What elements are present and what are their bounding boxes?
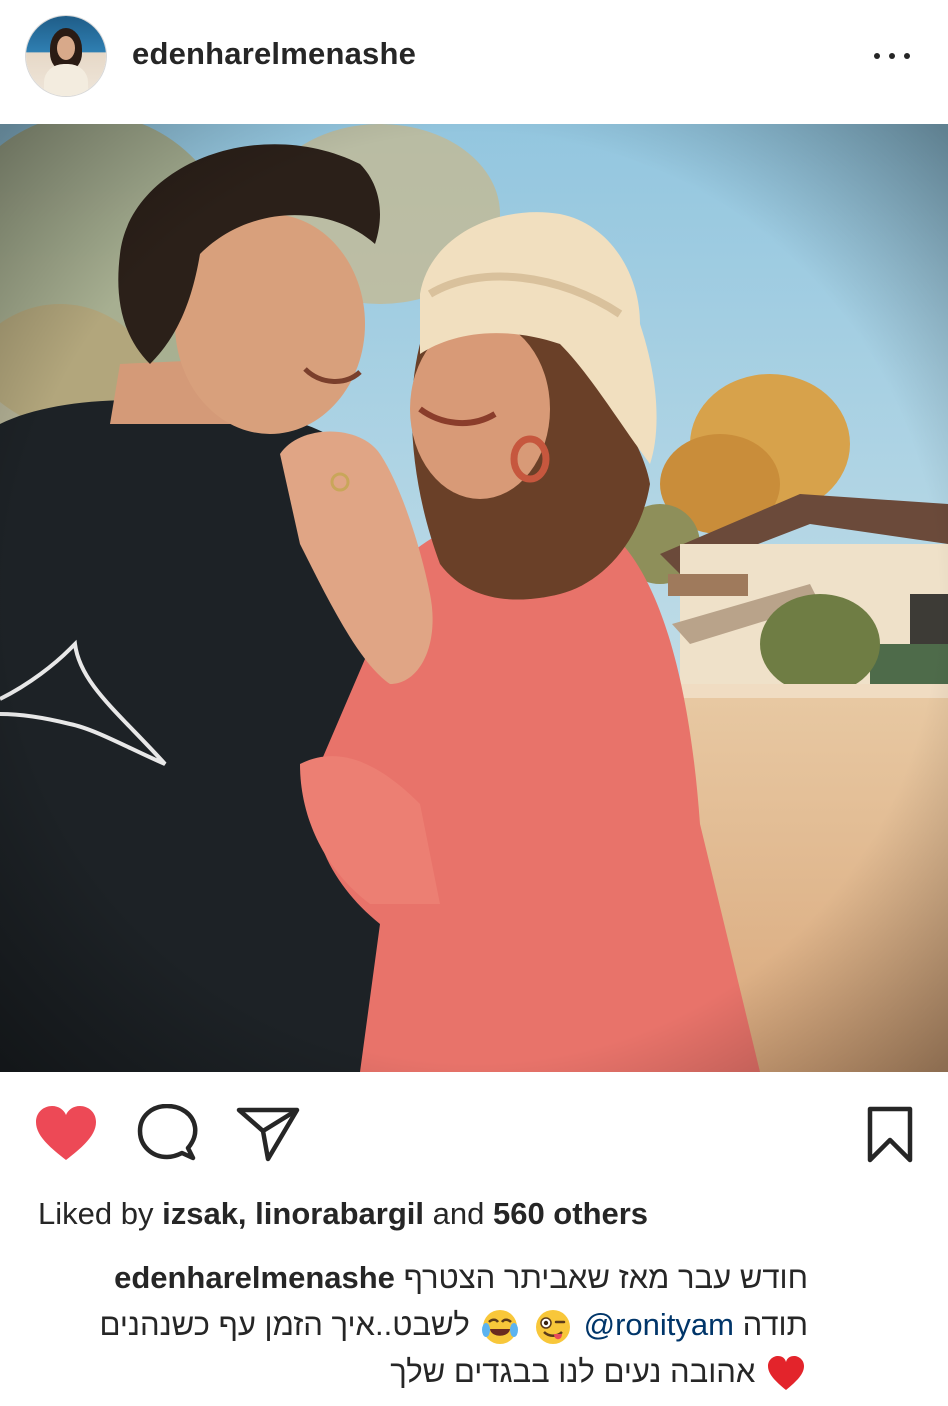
heart-filled-icon[interactable] (34, 1104, 98, 1164)
paper-plane-icon[interactable] (236, 1106, 300, 1162)
red-heart-emoji (767, 1355, 805, 1393)
caption-line-3: אהובה נעים לנו בבגדים שלך (38, 1348, 808, 1395)
avatar[interactable] (26, 16, 106, 96)
caption-line-1: חודש עבר מאז שאביתר הצטרף edenharelmenas… (38, 1254, 808, 1301)
post-photo[interactable] (0, 124, 948, 1072)
comment-bubble-icon[interactable] (136, 1103, 198, 1164)
post-photo-image (0, 124, 948, 1072)
tears-of-joy-emoji (481, 1308, 519, 1346)
winking-face-tongue-emoji (534, 1308, 572, 1346)
caption-text-3: אהובה נעים לנו בבגדים שלך (390, 1354, 756, 1390)
liked-by-others[interactable]: 560 others (493, 1196, 648, 1231)
bookmark-icon[interactable] (866, 1106, 914, 1164)
liked-by-user1[interactable]: izsak, (162, 1196, 246, 1231)
liked-by-text: Liked by izsak, linorabargil and 560 oth… (38, 1196, 648, 1232)
caption-text-1: חודש עבר מאז שאביתר הצטרף (403, 1260, 808, 1295)
post-caption: חודש עבר מאז שאביתר הצטרף edenharelmenas… (38, 1254, 808, 1395)
caption-thanks: תודה (742, 1307, 808, 1343)
liked-by-user2[interactable]: linorabargil (255, 1196, 424, 1231)
caption-username[interactable]: edenharelmenashe (114, 1260, 395, 1295)
post-username[interactable]: edenharelmenashe (132, 36, 416, 72)
caption-mention[interactable]: @ronityam (584, 1307, 734, 1342)
liked-by-prefix: Liked by (38, 1196, 154, 1231)
caption-text-2: לשבט..איך הזמן עף כשנהנים (99, 1307, 470, 1343)
liked-by-connector: and (432, 1196, 485, 1231)
post-header: edenharelmenashe (0, 0, 948, 112)
post-actions (0, 1100, 948, 1170)
more-dots-icon[interactable] (872, 44, 912, 68)
caption-line-2: תודה @ronityam לשבט..איך הזמן עף כשנהנים (38, 1301, 808, 1348)
